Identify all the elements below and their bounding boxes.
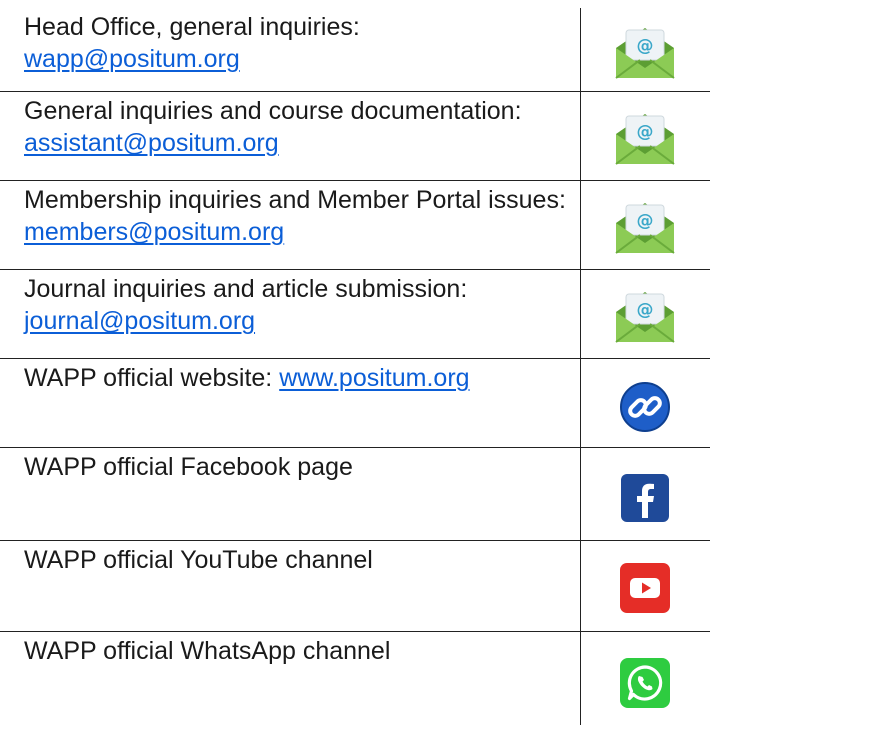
email-link-wapp[interactable]: wapp@positum.org — [24, 45, 240, 73]
whatsapp-icon[interactable] — [620, 658, 670, 708]
email-link-assistant[interactable]: assistant@positum.org — [24, 129, 279, 157]
contact-row-facebook: WAPP official Facebook page — [0, 448, 710, 541]
email-envelope-icon[interactable]: @ — [612, 199, 678, 257]
svg-text:@: @ — [637, 122, 654, 142]
email-link-journal[interactable]: journal@positum.org — [24, 307, 255, 335]
icon-cell — [580, 359, 709, 447]
contact-text-cell: Head Office, general inquiries: wapp@pos… — [0, 8, 580, 91]
icon-cell — [580, 448, 709, 540]
contact-row-members: Membership inquiries and Member Portal i… — [0, 181, 710, 270]
contact-row-head-office: Head Office, general inquiries: wapp@pos… — [0, 8, 710, 92]
chain-link-icon[interactable] — [619, 381, 671, 433]
contact-text-cell: WAPP official Facebook page — [0, 448, 580, 540]
icon-cell — [580, 632, 709, 725]
contact-label: WAPP official YouTube channel — [24, 546, 373, 574]
icon-cell: @ — [580, 92, 709, 180]
icon-cell: @ — [580, 270, 709, 358]
youtube-icon[interactable] — [620, 563, 670, 613]
icon-cell — [580, 541, 709, 631]
email-envelope-icon[interactable]: @ — [612, 288, 678, 346]
contact-label: General inquiries and course documentati… — [24, 97, 522, 125]
contact-label: WAPP official website: — [24, 364, 280, 392]
contact-table: Head Office, general inquiries: wapp@pos… — [0, 8, 710, 725]
facebook-icon[interactable] — [621, 474, 669, 522]
icon-cell: @ — [580, 181, 709, 269]
contact-label: Journal inquiries and article submission… — [24, 275, 468, 303]
contact-text-cell: Membership inquiries and Member Portal i… — [0, 181, 580, 269]
contact-text-cell: WAPP official WhatsApp channel — [0, 632, 580, 725]
contact-row-journal: Journal inquiries and article submission… — [0, 270, 710, 359]
contact-row-assistant: General inquiries and course documentati… — [0, 92, 710, 181]
svg-text:@: @ — [637, 36, 654, 56]
contact-row-website: WAPP official website: www.positum.org — [0, 359, 710, 448]
contact-text-cell: Journal inquiries and article submission… — [0, 270, 580, 358]
contact-text-cell: General inquiries and course documentati… — [0, 92, 580, 180]
contact-label: WAPP official Facebook page — [24, 453, 353, 481]
svg-text:@: @ — [637, 300, 654, 320]
svg-text:@: @ — [637, 211, 654, 231]
contact-text-cell: WAPP official YouTube channel — [0, 541, 580, 631]
contact-label: WAPP official WhatsApp channel — [24, 637, 391, 665]
website-link[interactable]: www.positum.org — [279, 364, 469, 392]
email-link-members[interactable]: members@positum.org — [24, 218, 284, 246]
contact-label: Membership inquiries and Member Portal i… — [24, 186, 566, 214]
icon-cell: @ — [580, 8, 709, 91]
email-envelope-icon[interactable]: @ — [612, 24, 678, 82]
contact-text-cell: WAPP official website: www.positum.org — [0, 359, 580, 447]
contact-label: Head Office, general inquiries: — [24, 13, 360, 41]
contact-row-whatsapp: WAPP official WhatsApp channel — [0, 632, 710, 725]
contact-row-youtube: WAPP official YouTube channel — [0, 541, 710, 632]
email-envelope-icon[interactable]: @ — [612, 110, 678, 168]
